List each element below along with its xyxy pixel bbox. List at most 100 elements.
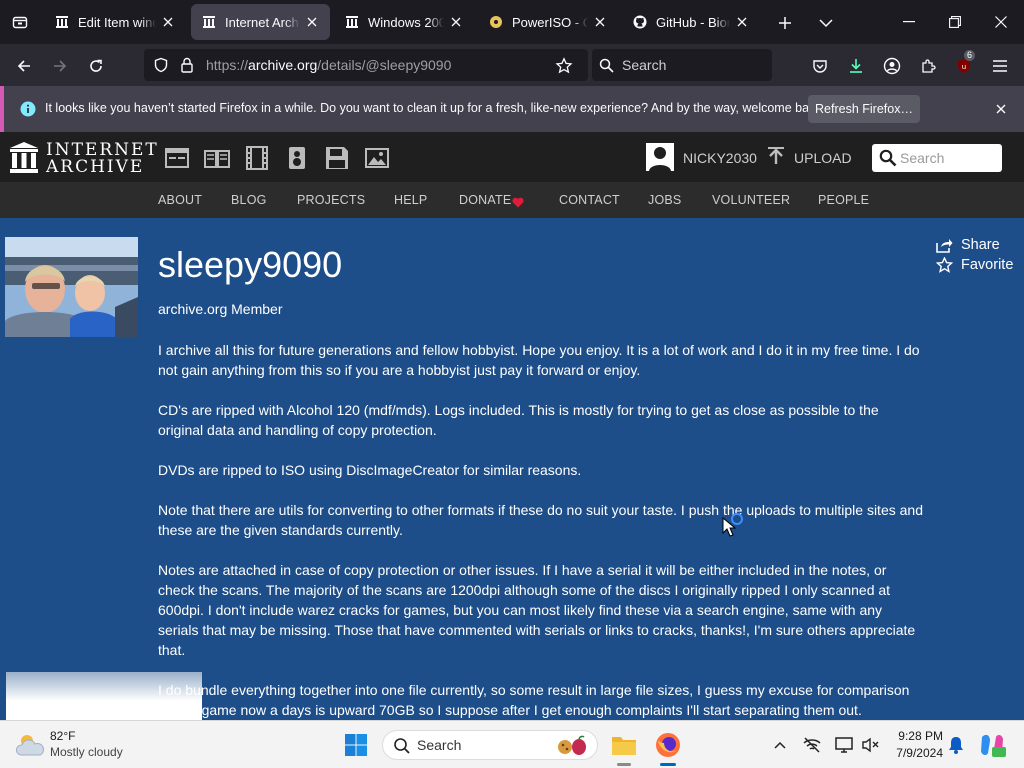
tab-overview-icon[interactable]	[6, 8, 34, 36]
close-icon[interactable]	[448, 14, 464, 30]
tab-internet-archive[interactable]: Internet Archive	[191, 4, 330, 40]
volume-muted-icon[interactable]	[860, 735, 880, 755]
obscured-overlay	[6, 672, 202, 720]
tab-title: PowerISO - Create, Edit	[512, 14, 588, 30]
weather-description[interactable]: Mostly cloudy	[50, 745, 123, 759]
tab-title: Edit Item window - Internet Archive	[78, 14, 156, 30]
bio-paragraph: I archive all this for future generation…	[158, 342, 920, 378]
search-placeholder: Search	[622, 57, 667, 73]
web-icon[interactable]	[164, 145, 190, 171]
video-icon[interactable]	[244, 145, 270, 171]
search-icon	[598, 57, 614, 73]
reload-icon[interactable]	[82, 52, 110, 80]
windows-start-icon[interactable]	[344, 733, 368, 757]
search-placeholder: Search	[900, 150, 945, 166]
weather-cloud-icon[interactable]	[14, 729, 46, 761]
archive-logo-icon[interactable]	[10, 142, 38, 174]
tab-poweriso[interactable]: PowerISO - Create, Edit	[478, 4, 618, 40]
close-icon[interactable]	[734, 14, 750, 30]
notification-bell-icon[interactable]	[947, 735, 965, 755]
bio-paragraph: I do bundle everything together into one…	[158, 682, 910, 718]
tab-edit-item[interactable]: Edit Item window - Internet Archive	[44, 4, 186, 40]
archive-icon	[201, 14, 217, 30]
close-window-button[interactable]	[986, 8, 1016, 36]
menu-hamburger-icon[interactable]	[986, 52, 1014, 80]
close-icon[interactable]	[592, 14, 608, 30]
upload-icon[interactable]	[766, 146, 786, 168]
active-app-indicator	[660, 763, 676, 766]
user-avatar-icon[interactable]	[646, 143, 674, 171]
nav-about[interactable]: ABOUT	[158, 193, 202, 207]
shield-icon[interactable]	[152, 56, 170, 74]
nav-volunteer[interactable]: VOLUNTEER	[712, 193, 790, 207]
mouse-cursor-icon	[722, 510, 748, 540]
profile-role: archive.org Member	[158, 301, 283, 317]
nav-donate[interactable]: DONATE	[459, 193, 511, 207]
nav-projects[interactable]: PROJECTS	[297, 193, 365, 207]
nav-people[interactable]: PEOPLE	[818, 193, 869, 207]
taskbar-search-input[interactable]: Search	[382, 730, 598, 760]
download-icon[interactable]	[842, 52, 870, 80]
search-highlight-icon	[555, 734, 591, 758]
account-icon[interactable]	[878, 52, 906, 80]
minimize-button[interactable]	[894, 8, 924, 36]
back-arrow-icon[interactable]	[10, 52, 38, 80]
display-icon[interactable]	[834, 735, 854, 755]
svg-text:u: u	[962, 63, 966, 71]
archive-top-bar: INTERNET ARCHIVE NICKY2030 UPLOAD Search	[0, 132, 1024, 182]
extensions-icon[interactable]	[914, 52, 942, 80]
weather-temperature[interactable]: 82°F	[50, 729, 75, 743]
refresh-firefox-button[interactable]: Refresh Firefox…	[808, 95, 920, 123]
clock-date[interactable]: 7/9/2024	[891, 746, 943, 760]
new-tab-button[interactable]	[772, 10, 798, 36]
texts-icon[interactable]	[204, 145, 230, 171]
share-button[interactable]: Share	[936, 237, 1000, 253]
list-all-tabs-icon[interactable]	[813, 10, 839, 36]
browser-search-bar[interactable]: Search	[592, 49, 772, 81]
bio-paragraph: Notes are attached in case of copy prote…	[158, 562, 916, 658]
windows-taskbar: 82°F Mostly cloudy Search 9:28 PM 7/9/20…	[0, 720, 1024, 768]
nav-contact[interactable]: CONTACT	[559, 193, 620, 207]
bio-paragraph: DVDs are ripped to ISO using DiscImageCr…	[158, 462, 582, 478]
firefox-icon[interactable]	[654, 731, 682, 759]
tab-github[interactable]: GitHub - Biorue	[622, 4, 760, 40]
file-explorer-icon[interactable]	[610, 731, 638, 759]
nav-jobs[interactable]: JOBS	[648, 193, 681, 207]
nav-help[interactable]: HELP	[394, 193, 427, 207]
close-icon[interactable]	[160, 14, 176, 30]
upload-link[interactable]: UPLOAD	[794, 150, 852, 166]
favorite-button[interactable]: Favorite	[936, 257, 1013, 273]
tab-title: Windows 2000, Internet Archive	[368, 14, 444, 30]
nav-blog[interactable]: BLOG	[231, 193, 267, 207]
browser-nav-bar: https://archive.org/details/@sleepy9090 …	[0, 44, 1024, 86]
close-icon[interactable]	[992, 100, 1010, 118]
images-icon[interactable]	[364, 145, 390, 171]
search-icon	[393, 737, 411, 755]
lock-icon[interactable]	[178, 56, 196, 74]
pocket-icon[interactable]	[806, 52, 834, 80]
logo-text-archive[interactable]: ARCHIVE	[46, 157, 144, 177]
ublock-origin-icon[interactable]: u 6	[950, 50, 978, 80]
audio-icon[interactable]	[284, 145, 310, 171]
share-icon	[936, 238, 953, 253]
chevron-up-icon[interactable]	[772, 737, 788, 753]
extension-badge: 6	[964, 50, 976, 61]
url-text[interactable]: https://archive.org/details/@sleepy9090	[206, 57, 451, 73]
forward-arrow-icon[interactable]	[46, 52, 74, 80]
tab-windows-2000[interactable]: Windows 2000, Internet Archive	[334, 4, 474, 40]
clock-time[interactable]: 9:28 PM	[891, 729, 943, 743]
account-username[interactable]: NICKY2030	[683, 150, 757, 166]
network-offline-icon[interactable]	[802, 735, 822, 755]
profile-main: sleepy9090 archive.org Member Share Favo…	[0, 218, 1024, 720]
close-icon[interactable]	[304, 14, 320, 30]
star-icon	[936, 257, 953, 273]
archive-search-input[interactable]: Search	[872, 144, 1002, 172]
notification-message: It looks like you haven’t started Firefo…	[45, 101, 826, 115]
bio-paragraph: CD's are ripped with Alcohol 120 (mdf/md…	[158, 402, 879, 438]
url-bar[interactable]: https://archive.org/details/@sleepy9090	[144, 49, 588, 81]
bookmark-star-icon[interactable]	[554, 56, 574, 76]
copilot-icon[interactable]	[978, 731, 1006, 759]
restore-button[interactable]	[940, 8, 970, 36]
browser-tab-bar: Edit Item window - Internet Archive Inte…	[0, 0, 1024, 44]
software-icon[interactable]	[324, 145, 350, 171]
